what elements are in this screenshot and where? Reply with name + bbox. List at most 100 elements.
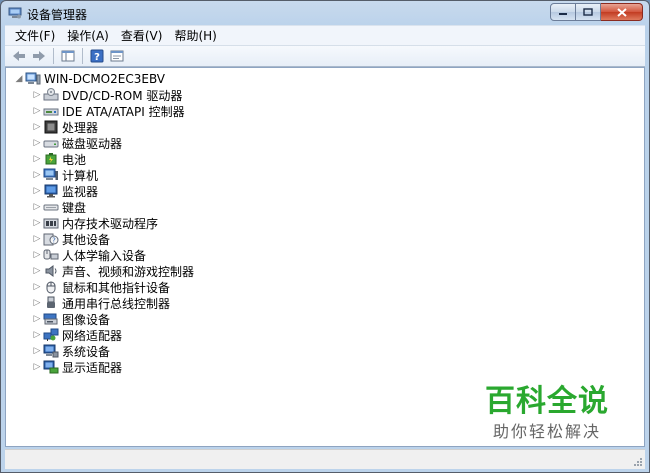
expand-triangle-icon[interactable]: ▷ xyxy=(32,167,42,183)
usb-icon xyxy=(42,295,60,311)
tree-node-label: 通用串行总线控制器 xyxy=(62,296,171,311)
tree-node-label: 处理器 xyxy=(62,120,99,135)
tree-node-computer[interactable]: ▷ 计算机 xyxy=(32,167,98,183)
menu-bar: 文件(F) 操作(A) 查看(V) 帮助(H) xyxy=(5,25,645,45)
tree-node-processor[interactable]: ▷ 处理器 xyxy=(32,119,98,135)
tree-node-label: 电池 xyxy=(62,152,87,167)
toolbar: ? xyxy=(5,45,645,67)
expand-triangle-icon[interactable]: ▷ xyxy=(32,87,42,103)
tree-node-dvd[interactable]: ▷ DVD/CD-ROM 驱动器 xyxy=(32,87,182,103)
tree-node-display-adapter[interactable]: ▷ 显示适配器 xyxy=(32,359,122,375)
forward-button[interactable] xyxy=(29,47,49,65)
console-tree-icon xyxy=(61,50,75,62)
minimize-button[interactable] xyxy=(550,3,576,21)
expand-triangle-icon[interactable]: ▷ xyxy=(32,103,42,119)
back-arrow-icon xyxy=(13,51,25,61)
tree-node-monitor[interactable]: ▷ 监视器 xyxy=(32,183,98,199)
tree-node-sound[interactable]: ▷ 声音、视频和游戏控制器 xyxy=(32,263,194,279)
expand-triangle-icon[interactable]: ▷ xyxy=(32,151,42,167)
expand-triangle-icon[interactable]: ▷ xyxy=(32,119,42,135)
expand-triangle-icon[interactable]: ▷ xyxy=(32,343,42,359)
close-button[interactable] xyxy=(601,3,643,21)
tree-node-battery[interactable]: ▷ 电池 xyxy=(32,151,86,167)
ide-controller-icon xyxy=(42,103,60,119)
menu-view[interactable]: 查看(V) xyxy=(115,27,169,45)
tree-root-computer[interactable]: ◢ WIN-DCMO2EC3EBV xyxy=(14,71,165,87)
system-devices-icon xyxy=(42,343,60,359)
tree-node-usb[interactable]: ▷ 通用串行总线控制器 xyxy=(32,295,170,311)
menu-action[interactable]: 操作(A) xyxy=(61,27,115,45)
expand-triangle-icon[interactable]: ▷ xyxy=(32,327,42,343)
disk-drive-icon xyxy=(42,135,60,151)
tree-node-label: DVD/CD-ROM 驱动器 xyxy=(62,88,183,103)
status-bar xyxy=(5,449,645,469)
forward-arrow-icon xyxy=(33,51,45,61)
tree-node-label: 声音、视频和游戏控制器 xyxy=(62,264,195,279)
help-icon: ? xyxy=(90,49,104,63)
properties-button[interactable] xyxy=(107,47,127,65)
expand-triangle-icon[interactable]: ▷ xyxy=(32,135,42,151)
tree-node-hid[interactable]: ▷ 人体学输入设备 xyxy=(32,247,146,263)
computer-icon xyxy=(42,167,60,183)
expand-triangle-icon[interactable]: ▷ xyxy=(32,199,42,215)
expand-triangle-icon[interactable]: ▷ xyxy=(32,311,42,327)
expand-triangle-icon[interactable]: ▷ xyxy=(32,359,42,375)
tree-node-label: 其他设备 xyxy=(62,232,111,247)
tree-node-disk[interactable]: ▷ 磁盘驱动器 xyxy=(32,135,122,151)
expand-triangle-icon[interactable]: ▷ xyxy=(32,215,42,231)
tree-node-label: 计算机 xyxy=(62,168,99,183)
network-adapter-icon xyxy=(42,327,60,343)
dvd-drive-icon xyxy=(42,87,60,103)
tree-node-mouse[interactable]: ▷ 鼠标和其他指针设备 xyxy=(32,279,170,295)
tree-node-network[interactable]: ▷ 网络适配器 xyxy=(32,327,122,343)
tree-node-system-devices[interactable]: ▷ 系统设备 xyxy=(32,343,110,359)
expand-triangle-icon[interactable]: ▷ xyxy=(32,263,42,279)
tree-node-label: IDE ATA/ATAPI 控制器 xyxy=(62,104,185,119)
tree-node-label: 人体学输入设备 xyxy=(62,248,147,263)
back-button[interactable] xyxy=(9,47,29,65)
tree-node-label: 内存技术驱动程序 xyxy=(62,216,159,231)
close-icon xyxy=(616,7,627,17)
tree-root-label: WIN-DCMO2EC3EBV xyxy=(44,72,166,86)
expand-triangle-icon[interactable]: ▷ xyxy=(32,231,42,247)
tree-node-label: 监视器 xyxy=(62,184,99,199)
mouse-icon xyxy=(42,279,60,295)
tree-node-keyboard[interactable]: ▷ 键盘 xyxy=(32,199,86,215)
menu-help[interactable]: 帮助(H) xyxy=(168,27,222,45)
window-title: 设备管理器 xyxy=(27,8,88,22)
other-devices-icon: ? xyxy=(42,231,60,247)
tree-node-ide[interactable]: ▷ IDE ATA/ATAPI 控制器 xyxy=(32,103,185,119)
maximize-button[interactable] xyxy=(576,3,601,21)
tree-node-other-devices[interactable]: ▷ ? 其他设备 xyxy=(32,231,110,247)
expand-triangle-icon[interactable]: ▷ xyxy=(32,295,42,311)
title-bar[interactable]: 设备管理器 xyxy=(1,1,649,25)
processor-icon xyxy=(42,119,60,135)
window-controls xyxy=(550,3,643,21)
collapse-triangle-icon[interactable]: ◢ xyxy=(14,71,24,87)
toolbar-separator xyxy=(53,48,54,64)
device-tree[interactable]: ◢ WIN-DCMO2EC3EBV ▷ DVD/CD-ROM 驱动器 ▷ IDE… xyxy=(5,67,645,447)
battery-icon xyxy=(42,151,60,167)
tree-node-label: 键盘 xyxy=(62,200,87,215)
resize-grip-icon[interactable] xyxy=(633,457,643,467)
expand-triangle-icon[interactable]: ▷ xyxy=(32,279,42,295)
tree-node-label: 网络适配器 xyxy=(62,328,123,343)
display-adapter-icon xyxy=(42,359,60,375)
show-hide-tree-button[interactable] xyxy=(58,47,78,65)
help-button[interactable]: ? xyxy=(87,47,107,65)
menu-file[interactable]: 文件(F) xyxy=(9,27,61,45)
memory-tech-icon xyxy=(42,215,60,231)
toolbar-separator xyxy=(82,48,83,64)
tree-node-memory-tech[interactable]: ▷ 内存技术驱动程序 xyxy=(32,215,158,231)
keyboard-icon xyxy=(42,199,60,215)
properties-icon xyxy=(110,50,124,62)
watermark-subtitle: 助你轻松解决 xyxy=(492,422,601,441)
expand-triangle-icon[interactable]: ▷ xyxy=(32,247,42,263)
expand-triangle-icon[interactable]: ▷ xyxy=(32,183,42,199)
tree-node-label: 显示适配器 xyxy=(62,360,123,375)
sound-icon xyxy=(42,263,60,279)
tree-node-imaging[interactable]: ▷ 图像设备 xyxy=(32,311,110,327)
hid-icon xyxy=(42,247,60,263)
svg-text:?: ? xyxy=(52,237,56,245)
watermark-title: 百科全说 xyxy=(485,384,609,419)
